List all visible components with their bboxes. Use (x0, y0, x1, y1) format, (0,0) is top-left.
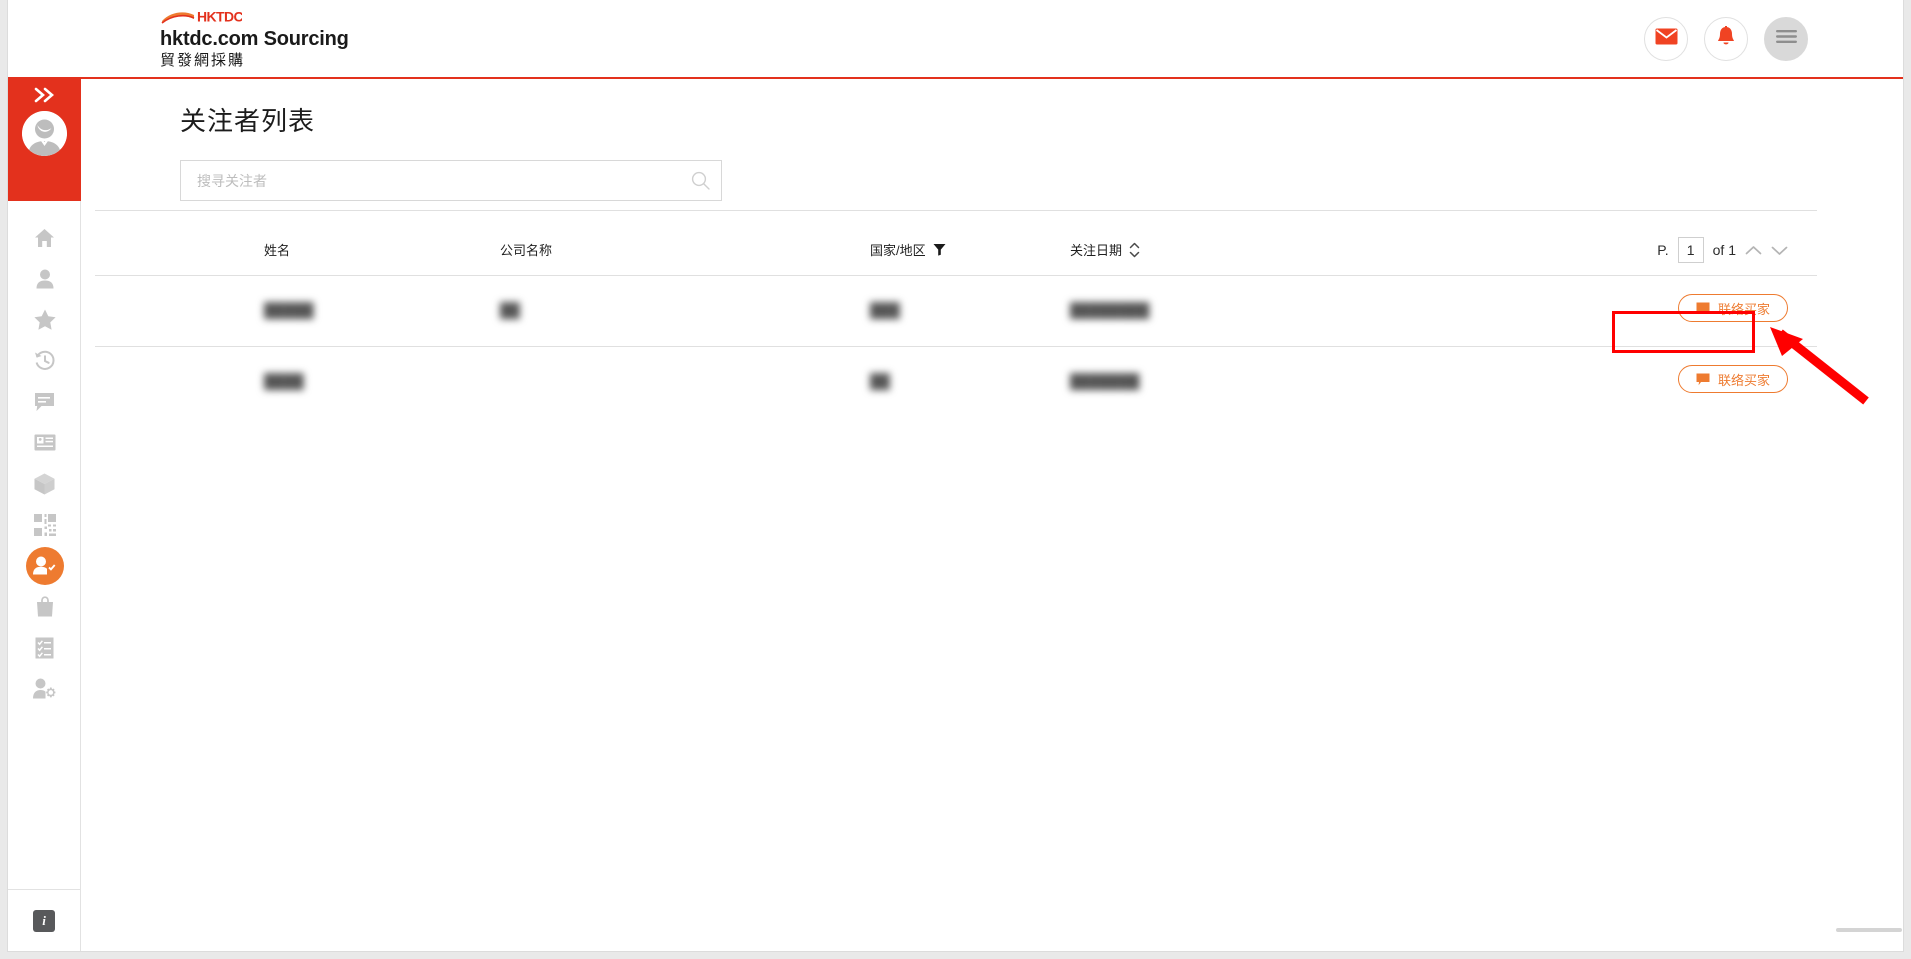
pagination-page-input[interactable] (1677, 237, 1704, 263)
top-header: HKTDC hktdc.com Sourcing 貿發網採購 (8, 0, 1903, 79)
column-label-name: 姓名 (264, 243, 291, 258)
cell-name: ████ (264, 373, 304, 389)
sort-icon[interactable] (1129, 242, 1140, 258)
brand-subtitle: 貿發網採購 (160, 52, 246, 69)
sidebar-item-home[interactable] (8, 217, 81, 258)
sidebar-item-history[interactable] (8, 340, 81, 381)
mail-button[interactable] (1644, 17, 1688, 61)
person-gear-icon (33, 678, 56, 699)
contact-buyer-label: 联络买家 (1717, 372, 1770, 388)
notifications-button[interactable] (1704, 17, 1748, 61)
cell-date: ████████ (1070, 302, 1150, 318)
table-header-row: 姓名 公司名称 国家/地区 关注日期 P. 1 of 1 (95, 210, 1817, 276)
app-window: HKTDC hktdc.com Sourcing 貿發網採購 i 关注者列表 搜… (8, 0, 1903, 951)
box-icon (34, 473, 55, 495)
sidebar-nav (8, 201, 80, 709)
sidebar-item-tasks[interactable] (8, 627, 81, 668)
cell-name: █████ (264, 302, 314, 318)
hamburger-menu-icon (1775, 29, 1797, 49)
qr-code-icon (33, 513, 56, 536)
page-title: 关注者列表 (180, 106, 316, 136)
contact-buyer-button[interactable]: 联络买家 (1677, 294, 1788, 322)
pagination: P. of 1 (1657, 237, 1788, 263)
sidebar-item-orders[interactable] (8, 586, 81, 627)
left-sidebar: i (8, 79, 81, 951)
home-icon (34, 228, 55, 248)
table-row: █████ ██ ███ ████████ 联络买家 (95, 276, 1817, 347)
sidebar-item-favourites[interactable] (8, 299, 81, 340)
checklist-icon (35, 637, 54, 659)
star-icon (33, 309, 56, 330)
search-input[interactable] (180, 160, 722, 201)
brand-block: HKTDC hktdc.com Sourcing 貿發網採購 (160, 8, 349, 71)
chat-bubble-icon (1696, 302, 1710, 315)
bag-icon (36, 596, 54, 617)
sidebar-item-followers[interactable] (8, 545, 81, 586)
sidebar-item-products[interactable] (8, 463, 81, 504)
cell-company: ██ (500, 302, 520, 318)
search-icon[interactable] (691, 171, 710, 190)
info-button[interactable]: i (33, 909, 55, 932)
svg-text:HKTDC: HKTDC (197, 9, 242, 25)
column-header-country: 国家/地区 (870, 240, 946, 259)
person-icon (36, 269, 54, 289)
pagination-next-icon[interactable] (1771, 245, 1788, 256)
header-actions (1644, 17, 1808, 61)
followers-table: 姓名 公司名称 国家/地区 关注日期 P. 1 of 1 █████ ██ ██… (95, 210, 1817, 418)
sidebar-item-settings[interactable] (8, 668, 81, 709)
column-label-date: 关注日期 (1070, 243, 1123, 258)
sidebar-item-messages[interactable] (8, 381, 81, 422)
sidebar-item-profile[interactable] (8, 258, 81, 299)
avatar[interactable] (22, 111, 67, 156)
sidebar-user-panel (8, 79, 81, 201)
card-icon (34, 434, 56, 451)
menu-button[interactable] (1764, 17, 1808, 61)
column-label-company: 公司名称 (500, 243, 553, 258)
pagination-total: of 1 (1712, 242, 1736, 258)
cell-country: ███ (870, 302, 900, 318)
column-label-country: 国家/地区 (870, 243, 926, 258)
table-row: ████ ██ ███████ 联络买家 (95, 347, 1817, 418)
contact-buyer-button[interactable]: 联络买家 (1677, 365, 1788, 393)
sidebar-expand-button[interactable] (8, 87, 81, 107)
hktdc-logo: HKTDC (160, 8, 349, 25)
sidebar-footer: i (8, 889, 80, 951)
pagination-prev-icon[interactable] (1745, 245, 1762, 256)
sidebar-item-cards[interactable] (8, 422, 81, 463)
horizontal-scrollbar[interactable] (1836, 928, 1902, 932)
bell-icon (1716, 25, 1736, 53)
contact-buyer-label: 联络买家 (1717, 301, 1770, 317)
sidebar-active-badge (25, 546, 64, 585)
history-icon (34, 350, 56, 371)
chat-icon (34, 392, 55, 412)
column-header-name: 姓名 (264, 240, 290, 259)
main-content: 关注者列表 姓名 公司名称 国家/地区 (81, 79, 1903, 951)
chat-bubble-icon (1696, 373, 1710, 386)
brand-title: hktdc.com Sourcing (160, 28, 349, 50)
person-check-icon (33, 556, 56, 575)
filter-icon[interactable] (933, 243, 946, 256)
column-header-date: 关注日期 (1070, 240, 1140, 259)
column-header-company: 公司名称 (500, 240, 552, 259)
cell-country: ██ (870, 373, 890, 389)
pagination-prefix: P. (1657, 242, 1669, 258)
cell-date: ███████ (1070, 373, 1140, 389)
mail-icon (1655, 28, 1678, 50)
sidebar-item-qr-code[interactable] (8, 504, 81, 545)
search-box (180, 160, 722, 201)
